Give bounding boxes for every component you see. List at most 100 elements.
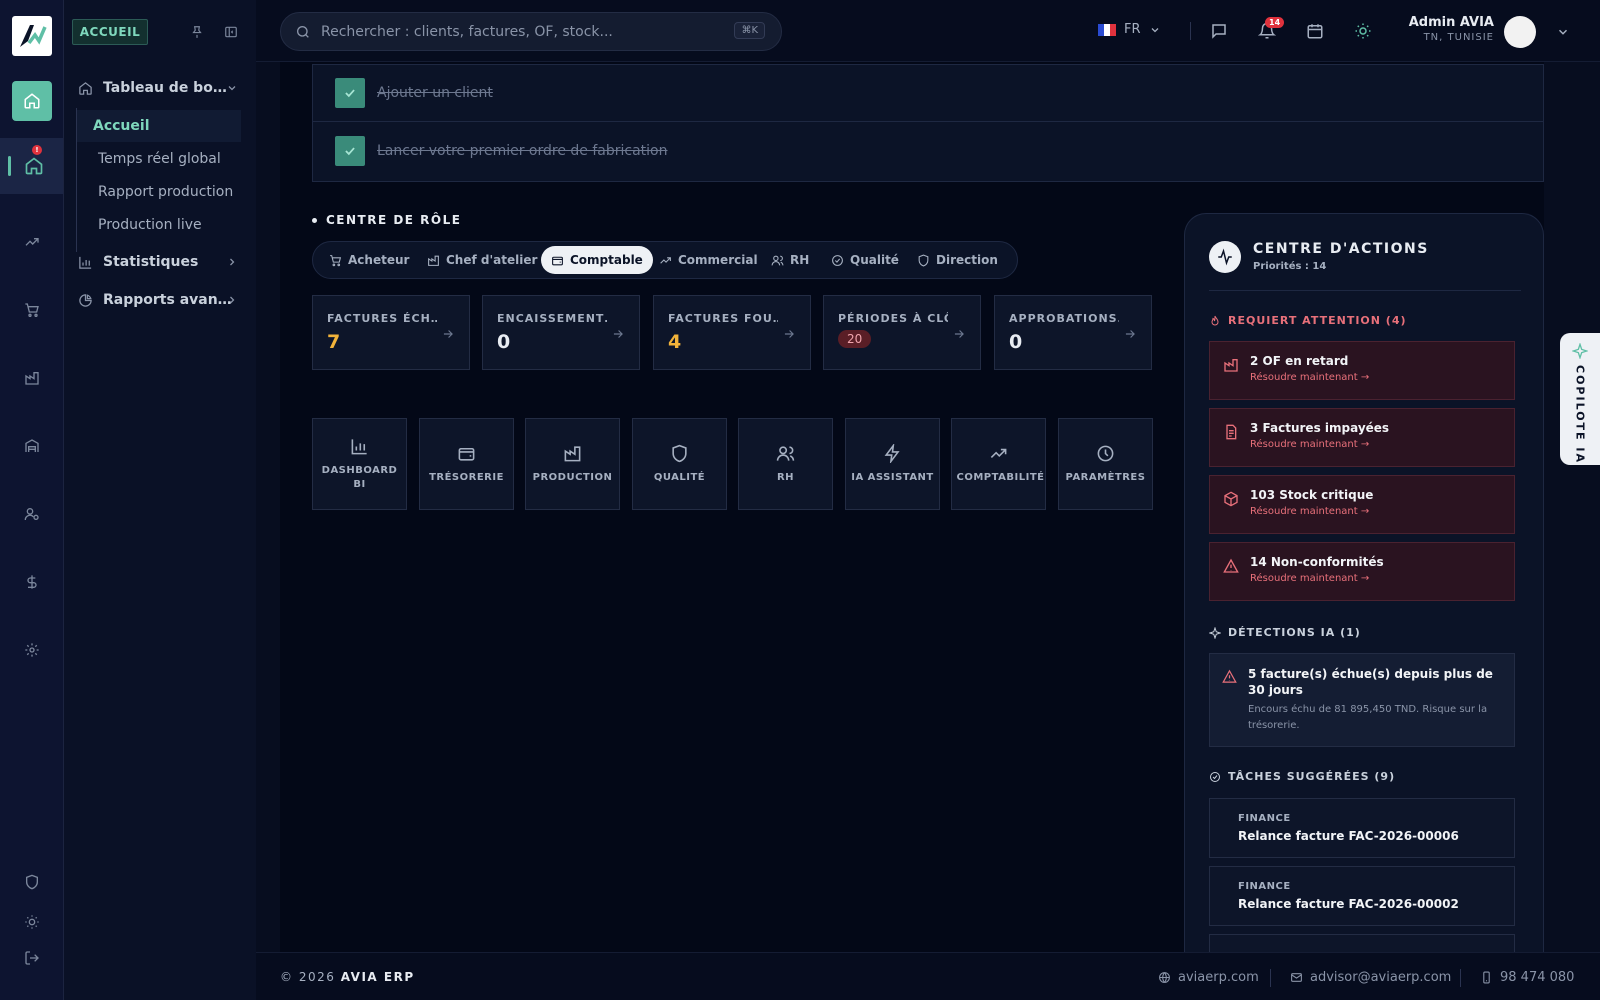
checkbox-checked[interactable] bbox=[335, 78, 365, 108]
factory-icon bbox=[564, 445, 581, 461]
kpi-card-approbations[interactable]: APPROBATIONS… 0 bbox=[994, 295, 1152, 370]
arrow-right-icon bbox=[1123, 326, 1137, 340]
gear-icon[interactable] bbox=[20, 638, 44, 662]
cart-icon[interactable] bbox=[20, 298, 44, 322]
bar-chart-icon bbox=[79, 256, 92, 269]
sidebar-item-accueil[interactable]: Accueil bbox=[77, 110, 241, 142]
module-parametres[interactable]: PARAMÈTRES bbox=[1058, 418, 1153, 510]
module-tresorerie[interactable]: TRÉSORERIE bbox=[419, 418, 514, 510]
action-center-title: CENTRE D'ACTIONS bbox=[1253, 241, 1429, 257]
resolve-link[interactable]: Résoudre maintenant → bbox=[1250, 506, 1514, 517]
calendar-icon[interactable] bbox=[1306, 22, 1324, 40]
lightning-icon bbox=[884, 443, 900, 463]
footer-email[interactable]: advisor@aviaerp.com bbox=[1290, 970, 1451, 985]
icon-rail: ! bbox=[0, 0, 64, 1000]
sidebar-item-rapport-production[interactable]: Rapport production bbox=[77, 176, 241, 208]
collapse-sidebar-icon[interactable] bbox=[224, 24, 240, 40]
alert-non-conformites[interactable]: 14 Non-conformités Résoudre maintenant → bbox=[1209, 542, 1515, 601]
shield-icon[interactable] bbox=[20, 870, 44, 894]
avia-logo[interactable] bbox=[12, 16, 52, 56]
chevron-down-icon[interactable] bbox=[1556, 24, 1570, 38]
kpi-card-periodes-cloturer[interactable]: PÉRIODES À CLÔT… 20 bbox=[823, 295, 981, 370]
sun-theme-icon[interactable] bbox=[1354, 22, 1372, 40]
package-icon bbox=[1223, 491, 1239, 507]
wallet-icon bbox=[458, 447, 475, 461]
pin-icon[interactable] bbox=[190, 24, 206, 40]
ia-detection-card[interactable]: 5 facture(s) échue(s) depuis plus de 30 … bbox=[1209, 653, 1515, 747]
sidebar-header: ACCUEIL bbox=[72, 19, 148, 45]
kpi-card-factures-fournisseurs[interactable]: FACTURES FOU… 4 bbox=[653, 295, 811, 370]
checklist-item[interactable]: Lancer votre premier ordre de fabricatio… bbox=[313, 122, 1543, 179]
divider bbox=[1190, 22, 1191, 40]
footer-phone[interactable]: 98 474 080 bbox=[1480, 970, 1574, 985]
arrow-right-icon bbox=[952, 326, 966, 340]
tab-direction[interactable]: Direction bbox=[907, 246, 1008, 274]
user-info[interactable]: Admin AVIA TN, TUNISIE bbox=[1376, 15, 1494, 43]
search-shortcut: ⌘K bbox=[734, 22, 765, 39]
avatar[interactable] bbox=[1504, 16, 1536, 48]
tasks-section-title: TÂCHES SUGGÉRÉES (9) bbox=[1209, 770, 1395, 783]
home-icon[interactable] bbox=[12, 81, 52, 121]
resolve-link[interactable]: Résoudre maintenant → bbox=[1250, 573, 1514, 584]
checkbox-checked[interactable] bbox=[335, 135, 365, 166]
logout-icon[interactable] bbox=[20, 946, 44, 970]
module-qualite[interactable]: QUALITÉ bbox=[632, 418, 727, 510]
topbar: Rechercher : clients, factures, OF, stoc… bbox=[256, 0, 1600, 62]
suggested-task[interactable]: FINANCE Relance facture FAC-2026-00006 bbox=[1209, 798, 1515, 858]
alert-title: 2 OF en retard bbox=[1250, 354, 1349, 368]
alert-of-retard[interactable]: 2 OF en retard Résoudre maintenant → bbox=[1209, 341, 1515, 400]
divider bbox=[1460, 969, 1461, 987]
nav-group-label: Rapports avan… bbox=[103, 292, 232, 308]
resolve-link[interactable]: Résoudre maintenant → bbox=[1250, 439, 1514, 450]
role-center-title: CENTRE DE RÔLE bbox=[312, 213, 461, 227]
copilot-ia-tab[interactable]: COPILOTE IA bbox=[1560, 333, 1600, 465]
nav-group-rapports[interactable]: Rapports avan… bbox=[78, 292, 235, 308]
check-icon bbox=[345, 146, 355, 155]
language-selector[interactable]: FR bbox=[1098, 22, 1161, 37]
tab-comptable[interactable]: Comptable bbox=[541, 246, 653, 274]
suggested-task[interactable]: FINANCE Relance facture FAC-2026-00002 bbox=[1209, 866, 1515, 926]
module-ia-assistant[interactable]: IA ASSISTANT bbox=[845, 418, 940, 510]
search-input[interactable]: Rechercher : clients, factures, OF, stoc… bbox=[280, 12, 782, 51]
nav-group-dashboard[interactable]: Tableau de bo… bbox=[78, 80, 236, 96]
tab-acheteur[interactable]: Acheteur bbox=[319, 246, 419, 274]
pie-chart-icon bbox=[79, 293, 92, 307]
alert-factures-impayees[interactable]: 3 Factures impayées Résoudre maintenant … bbox=[1209, 408, 1515, 467]
tab-label: Acheteur bbox=[348, 253, 410, 267]
footer-website[interactable]: aviaerp.com bbox=[1158, 970, 1259, 985]
resolve-link[interactable]: Résoudre maintenant → bbox=[1250, 372, 1514, 383]
trending-icon bbox=[990, 448, 1007, 458]
dashboard-rail-item[interactable]: ! bbox=[0, 138, 63, 194]
sidebar-item-temps-reel[interactable]: Temps réel global bbox=[77, 143, 241, 175]
tab-qualite[interactable]: Qualité bbox=[821, 246, 909, 274]
dollar-icon[interactable] bbox=[20, 570, 44, 594]
module-dashboard-bi[interactable]: DASHBOARD BI bbox=[312, 418, 407, 510]
alert-stock-critique[interactable]: 103 Stock critique Résoudre maintenant → bbox=[1209, 475, 1515, 534]
factory-icon[interactable] bbox=[20, 366, 44, 390]
tab-label: Direction bbox=[936, 253, 998, 267]
module-rh[interactable]: RH bbox=[738, 418, 833, 510]
task-category: FINANCE bbox=[1238, 813, 1291, 824]
trending-icon[interactable] bbox=[20, 230, 44, 254]
nav-group-statistiques[interactable]: Statistiques bbox=[78, 254, 235, 270]
nav-group-label: Tableau de bo… bbox=[103, 80, 227, 96]
tab-commercial[interactable]: Commercial bbox=[649, 246, 768, 274]
chat-icon[interactable] bbox=[1210, 22, 1228, 40]
kpi-label: FACTURES FOU… bbox=[668, 312, 778, 325]
sparkle-icon bbox=[1209, 626, 1221, 639]
action-center-subtitle: Priorités : 14 bbox=[1253, 261, 1327, 272]
module-production[interactable]: PRODUCTION bbox=[525, 418, 620, 510]
suggested-task-partial[interactable] bbox=[1209, 934, 1515, 954]
main-gutter-right bbox=[1544, 62, 1600, 952]
module-comptabilite[interactable]: COMPTABILITÉ bbox=[951, 418, 1046, 510]
warehouse-icon[interactable] bbox=[20, 434, 44, 458]
kpi-card-encaissements[interactable]: ENCAISSEMENT… 0 bbox=[482, 295, 640, 370]
sun-icon[interactable] bbox=[20, 910, 44, 934]
tab-chef-atelier[interactable]: Chef d'atelier bbox=[417, 246, 547, 274]
tab-rh[interactable]: RH bbox=[761, 246, 819, 274]
user-settings-icon[interactable] bbox=[20, 502, 44, 526]
sidebar-item-production-live[interactable]: Production live bbox=[77, 209, 241, 241]
checklist-item[interactable]: Ajouter un client bbox=[313, 65, 1543, 122]
kpi-card-factures-echues[interactable]: FACTURES ÉCH… 7 bbox=[312, 295, 470, 370]
module-label: PRODUCTION bbox=[532, 471, 613, 483]
